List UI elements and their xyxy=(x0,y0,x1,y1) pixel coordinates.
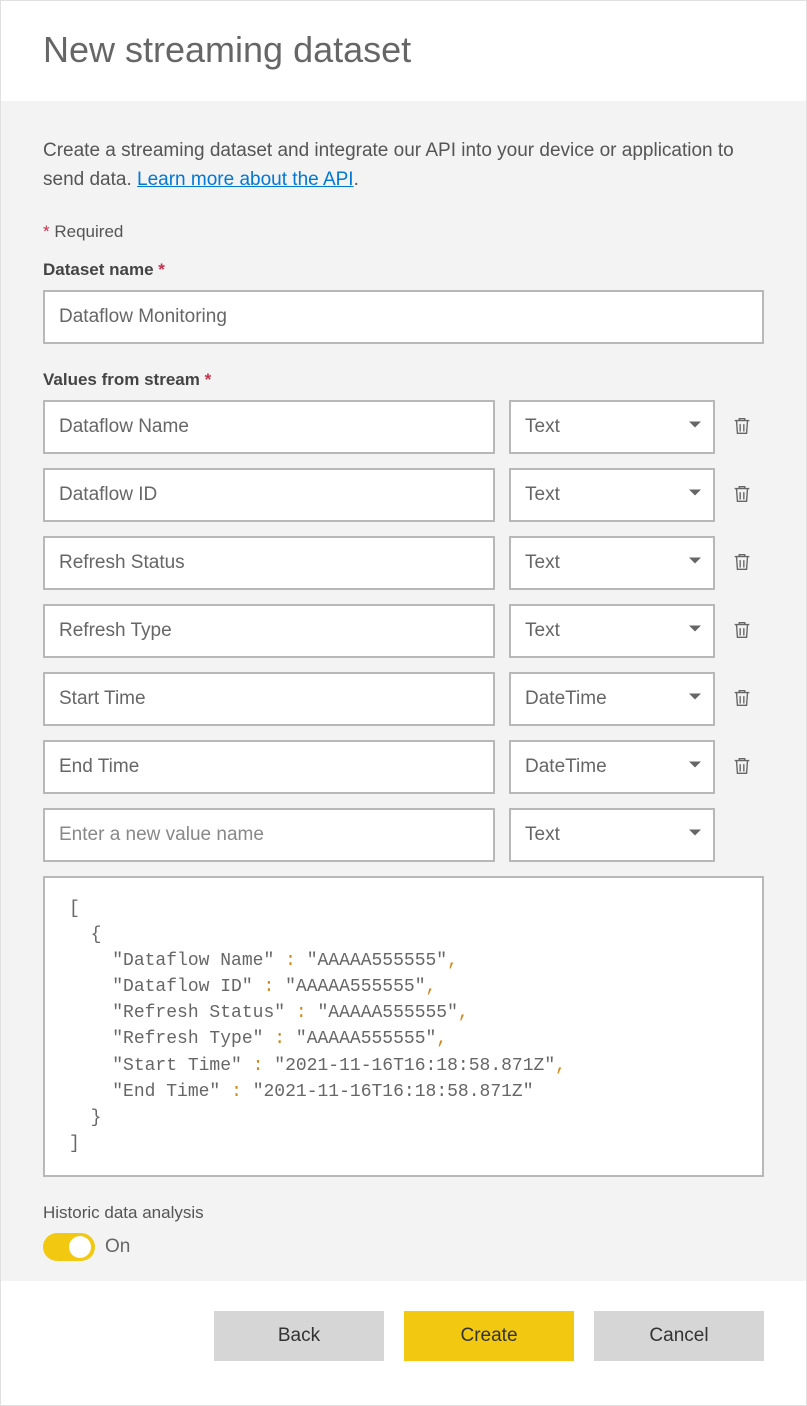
historic-label: Historic data analysis xyxy=(43,1203,764,1223)
dataset-name-label: Dataset name * xyxy=(43,260,764,280)
value-row: Text xyxy=(43,468,764,522)
value-type-select[interactable]: DateTime xyxy=(509,672,715,726)
select-value: Text xyxy=(509,536,715,590)
delete-row-button[interactable] xyxy=(729,414,755,440)
select-value: Text xyxy=(509,468,715,522)
select-value: Text xyxy=(509,808,715,862)
historic-state: On xyxy=(105,1236,130,1258)
select-value: DateTime xyxy=(509,672,715,726)
delete-row-button[interactable] xyxy=(729,686,755,712)
learn-more-link[interactable]: Learn more about the API xyxy=(137,169,354,190)
value-row: DateTime xyxy=(43,672,764,726)
select-value: Text xyxy=(509,604,715,658)
new-value-row: Text xyxy=(43,808,764,862)
required-asterisk: * xyxy=(158,260,165,279)
value-name-input[interactable] xyxy=(43,604,495,658)
new-value-name-input[interactable] xyxy=(43,808,495,862)
description: Create a streaming dataset and integrate… xyxy=(43,137,764,194)
trash-icon xyxy=(731,550,753,577)
delete-row-button[interactable] xyxy=(729,618,755,644)
value-type-select[interactable]: Text xyxy=(509,468,715,522)
trash-icon xyxy=(731,754,753,781)
value-type-select[interactable]: DateTime xyxy=(509,740,715,794)
delete-row-button[interactable] xyxy=(729,754,755,780)
toggle-knob xyxy=(69,1236,91,1258)
value-name-input[interactable] xyxy=(43,468,495,522)
new-value-type-select[interactable]: Text xyxy=(509,808,715,862)
value-type-select[interactable]: Text xyxy=(509,536,715,590)
value-name-input[interactable] xyxy=(43,536,495,590)
historic-toggle[interactable] xyxy=(43,1233,95,1261)
required-note: * Required xyxy=(43,222,764,242)
dialog-header: New streaming dataset xyxy=(1,1,806,101)
description-suffix: . xyxy=(354,169,359,190)
value-name-input[interactable] xyxy=(43,400,495,454)
dialog-content: Create a streaming dataset and integrate… xyxy=(1,101,806,1281)
required-text: Required xyxy=(54,222,123,241)
value-type-select[interactable]: Text xyxy=(509,604,715,658)
value-row: Text xyxy=(43,536,764,590)
value-row: Text xyxy=(43,400,764,454)
delete-row-button[interactable] xyxy=(729,550,755,576)
dialog-footer: Back Create Cancel xyxy=(1,1281,806,1391)
trash-icon xyxy=(731,414,753,441)
required-asterisk: * xyxy=(205,370,212,389)
json-preview: [ { "Dataflow Name" : "AAAAA555555", "Da… xyxy=(43,876,764,1177)
value-row: DateTime xyxy=(43,740,764,794)
value-name-input[interactable] xyxy=(43,740,495,794)
value-name-input[interactable] xyxy=(43,672,495,726)
trash-icon xyxy=(731,686,753,713)
delete-row-button[interactable] xyxy=(729,482,755,508)
values-from-stream-label: Values from stream * xyxy=(43,370,764,390)
select-value: Text xyxy=(509,400,715,454)
trash-icon xyxy=(731,618,753,645)
value-type-select[interactable]: Text xyxy=(509,400,715,454)
cancel-button[interactable]: Cancel xyxy=(594,1311,764,1361)
required-asterisk: * xyxy=(43,222,50,241)
trash-icon xyxy=(731,482,753,509)
page-title: New streaming dataset xyxy=(43,29,764,71)
dataset-name-input[interactable] xyxy=(43,290,764,344)
back-button[interactable]: Back xyxy=(214,1311,384,1361)
value-row: Text xyxy=(43,604,764,658)
create-button[interactable]: Create xyxy=(404,1311,574,1361)
select-value: DateTime xyxy=(509,740,715,794)
